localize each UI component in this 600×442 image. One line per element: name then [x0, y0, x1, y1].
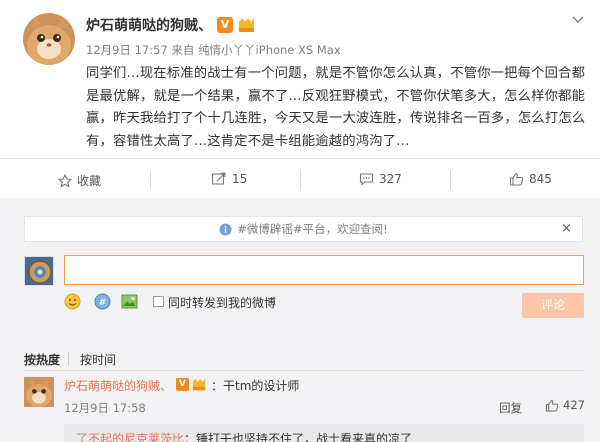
comment-icon — [359, 173, 374, 186]
comment-avatar[interactable] — [24, 377, 54, 407]
post-timestamp[interactable]: 12月9日 17:57 — [86, 43, 168, 57]
reply-preview: 了不起的尼克莱茨比：锤打干也坚持不住了，战士看来真的凉了 — [76, 432, 413, 442]
star-icon — [58, 173, 72, 188]
source-prefix: 来自 — [171, 43, 195, 57]
comment-username[interactable]: 炉石萌萌哒的狗贼、 — [64, 377, 172, 394]
topic-icon[interactable]: # — [94, 293, 111, 310]
post-meta: 12月9日 17:57 来自 纯情小丫丫iPhone XS Max — [86, 42, 341, 58]
emoji-icon[interactable] — [64, 293, 81, 310]
thumbs-up-icon — [509, 172, 524, 186]
post-body: 同学们...现在标准的战士有一个问题，就是不管你怎么认真，不管你一把每个回合都是… — [86, 66, 586, 149]
vip-badge-icon — [191, 377, 207, 392]
image-icon[interactable] — [121, 293, 138, 310]
repost-checkbox-label: 同时转发到我的微博 — [168, 296, 277, 310]
chevron-down-icon[interactable] — [570, 12, 586, 26]
comment-time: 12月9日 17:58 — [64, 401, 146, 415]
divider — [300, 170, 301, 190]
notice-text[interactable]: #微博辟谣#平台，欢迎查阅! — [237, 221, 387, 237]
divider — [24, 370, 584, 371]
comment-count: 327 — [379, 172, 402, 186]
comment-like-count: 427 — [563, 398, 585, 412]
svg-text:#: # — [99, 298, 107, 308]
divider — [68, 352, 69, 365]
author-username[interactable]: 炉石萌萌哒的狗贼、 — [86, 15, 212, 35]
repost-checkbox[interactable] — [153, 296, 164, 307]
repost-button[interactable]: 15 — [211, 172, 247, 186]
verified-badge: V — [176, 378, 189, 391]
reply-button[interactable]: 回复 — [499, 400, 522, 416]
favorite-button[interactable]: 收藏 — [58, 172, 101, 189]
close-icon[interactable]: × — [561, 221, 572, 236]
author-avatar[interactable] — [23, 13, 75, 65]
post-source[interactable]: 纯情小丫丫iPhone XS Max — [198, 43, 341, 57]
sort-tab-hot[interactable]: 按热度 — [24, 351, 60, 368]
submit-comment-button[interactable]: 评论 — [522, 293, 584, 318]
comment-text: ：干tm的设计师 — [211, 379, 300, 393]
vip-badge-icon — [237, 16, 256, 34]
repost-icon — [211, 172, 226, 185]
comment-button[interactable]: 327 — [359, 172, 402, 186]
divider — [450, 170, 451, 190]
current-user-avatar — [24, 256, 54, 286]
divider — [0, 158, 600, 159]
sort-tab-time[interactable]: 按时间 — [80, 351, 116, 368]
comment-input[interactable] — [64, 255, 584, 285]
divider — [150, 170, 151, 190]
info-icon — [219, 223, 232, 235]
thumbs-up-icon — [545, 399, 559, 412]
favorite-label: 收藏 — [77, 174, 102, 188]
comment-like-button[interactable]: 427 — [545, 398, 585, 412]
repost-count: 15 — [232, 172, 248, 186]
notice-bar: #微博辟谣#平台，欢迎查阅! × — [24, 216, 583, 242]
like-count: 845 — [529, 172, 552, 186]
verified-badge: V — [217, 17, 233, 33]
like-button[interactable]: 845 — [509, 172, 552, 186]
